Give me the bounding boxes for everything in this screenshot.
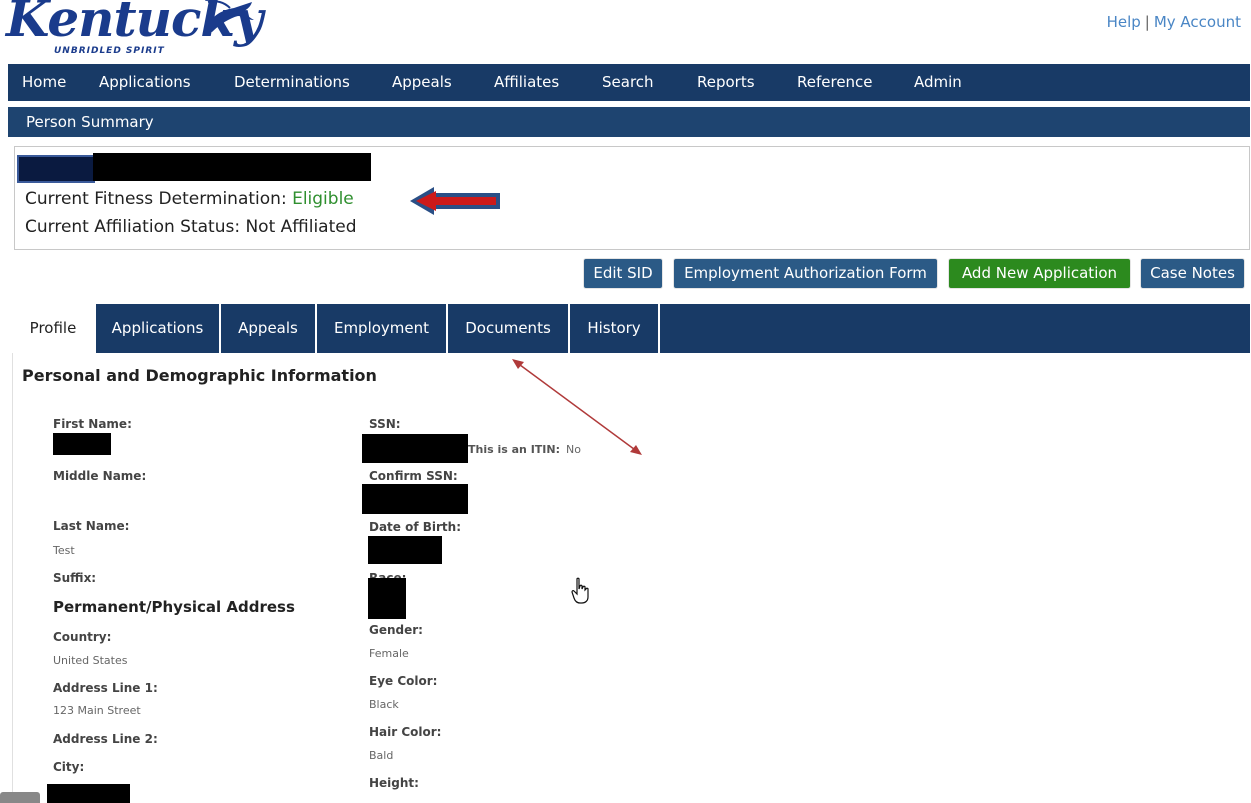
redacted-race <box>368 578 406 619</box>
logo-tagline: UNBRIDLED SPIRIT <box>54 46 165 56</box>
fitness-label: Current Fitness Determination: <box>25 189 287 209</box>
height-label: Height: <box>369 776 419 790</box>
nav-home[interactable]: Home <box>22 73 66 91</box>
hair-color-value: Bald <box>369 749 394 762</box>
suffix-label: Suffix: <box>53 571 97 585</box>
address-line-1-value: 123 Main Street <box>53 704 141 717</box>
eye-color-value: Black <box>369 698 399 711</box>
address-section-title: Permanent/Physical Address <box>53 598 295 616</box>
top-links: Help | My Account <box>1107 13 1241 31</box>
middle-name-label: Middle Name: <box>53 469 147 483</box>
first-name-label: First Name: <box>53 417 132 431</box>
gender-label: Gender: <box>369 623 423 637</box>
redacted-name <box>93 153 371 181</box>
feedback-tab[interactable] <box>0 792 40 803</box>
last-name-label: Last Name: <box>53 519 130 533</box>
city-label: City: <box>53 760 85 774</box>
tab-applications[interactable]: Applications <box>96 304 221 353</box>
country-label: Country: <box>53 630 112 644</box>
nav-applications[interactable]: Applications <box>99 73 191 91</box>
tab-profile[interactable]: Profile <box>12 304 96 353</box>
nav-appeals[interactable]: Appeals <box>392 73 452 91</box>
redacted-city <box>47 784 130 803</box>
redacted-first-name <box>53 433 111 455</box>
page-header-bar: Person Summary <box>8 107 1250 137</box>
annotation-arrow-icon <box>410 187 500 215</box>
redacted-ssn <box>362 434 468 463</box>
person-summary-box: Current Fitness Determination: Eligible … <box>14 146 1250 250</box>
fitness-value: Eligible <box>292 189 354 209</box>
redacted-id <box>17 155 95 183</box>
hand-cursor-icon <box>571 577 589 604</box>
nav-reference[interactable]: Reference <box>797 73 873 91</box>
edit-sid-button[interactable]: Edit SID <box>584 259 662 288</box>
eye-color-label: Eye Color: <box>369 674 438 688</box>
ssn-label: SSN: <box>369 417 401 431</box>
page-title: Person Summary <box>26 113 154 131</box>
confirm-ssn-label: Confirm SSN: <box>369 469 458 483</box>
my-account-link[interactable]: My Account <box>1154 13 1241 31</box>
country-value: United States <box>53 654 128 667</box>
tab-employment[interactable]: Employment <box>317 304 448 353</box>
hair-color-label: Hair Color: <box>369 725 442 739</box>
nav-admin[interactable]: Admin <box>914 73 962 91</box>
redacted-dob <box>368 536 442 564</box>
add-new-application-button[interactable]: Add New Application <box>949 259 1130 288</box>
gender-value: Female <box>369 647 409 660</box>
itin-label: This is an ITIN: <box>468 443 561 456</box>
tab-history[interactable]: History <box>570 304 660 353</box>
horse-logo-icon <box>204 0 254 32</box>
address-line-2-label: Address Line 2: <box>53 732 158 746</box>
link-separator: | <box>1144 13 1150 31</box>
nav-determinations[interactable]: Determinations <box>234 73 350 91</box>
last-name-value: Test <box>53 544 75 557</box>
fitness-determination: Current Fitness Determination: Eligible <box>25 189 354 209</box>
itin-value: No <box>566 443 581 456</box>
redacted-confirm-ssn <box>362 484 468 514</box>
main-nav: Home Applications Determinations Appeals… <box>8 64 1250 101</box>
address-line-1-label: Address Line 1: <box>53 681 158 695</box>
tab-appeals[interactable]: Appeals <box>221 304 317 353</box>
nav-affiliates[interactable]: Affiliates <box>494 73 559 91</box>
affiliation-label: Current Affiliation Status: <box>25 217 241 237</box>
dob-label: Date of Birth: <box>369 520 462 534</box>
employment-authorization-form-button[interactable]: Employment Authorization Form <box>674 259 937 288</box>
section-title: Personal and Demographic Information <box>22 366 377 385</box>
nav-search[interactable]: Search <box>602 73 654 91</box>
affiliation-value: Not Affiliated <box>245 217 357 237</box>
affiliation-status: Current Affiliation Status: Not Affiliat… <box>25 217 357 237</box>
help-link[interactable]: Help <box>1107 13 1141 31</box>
tab-documents[interactable]: Documents <box>448 304 570 353</box>
tab-bar: Profile Applications Appeals Employment … <box>12 304 1250 353</box>
nav-reports[interactable]: Reports <box>697 73 755 91</box>
case-notes-button[interactable]: Case Notes <box>1141 259 1244 288</box>
